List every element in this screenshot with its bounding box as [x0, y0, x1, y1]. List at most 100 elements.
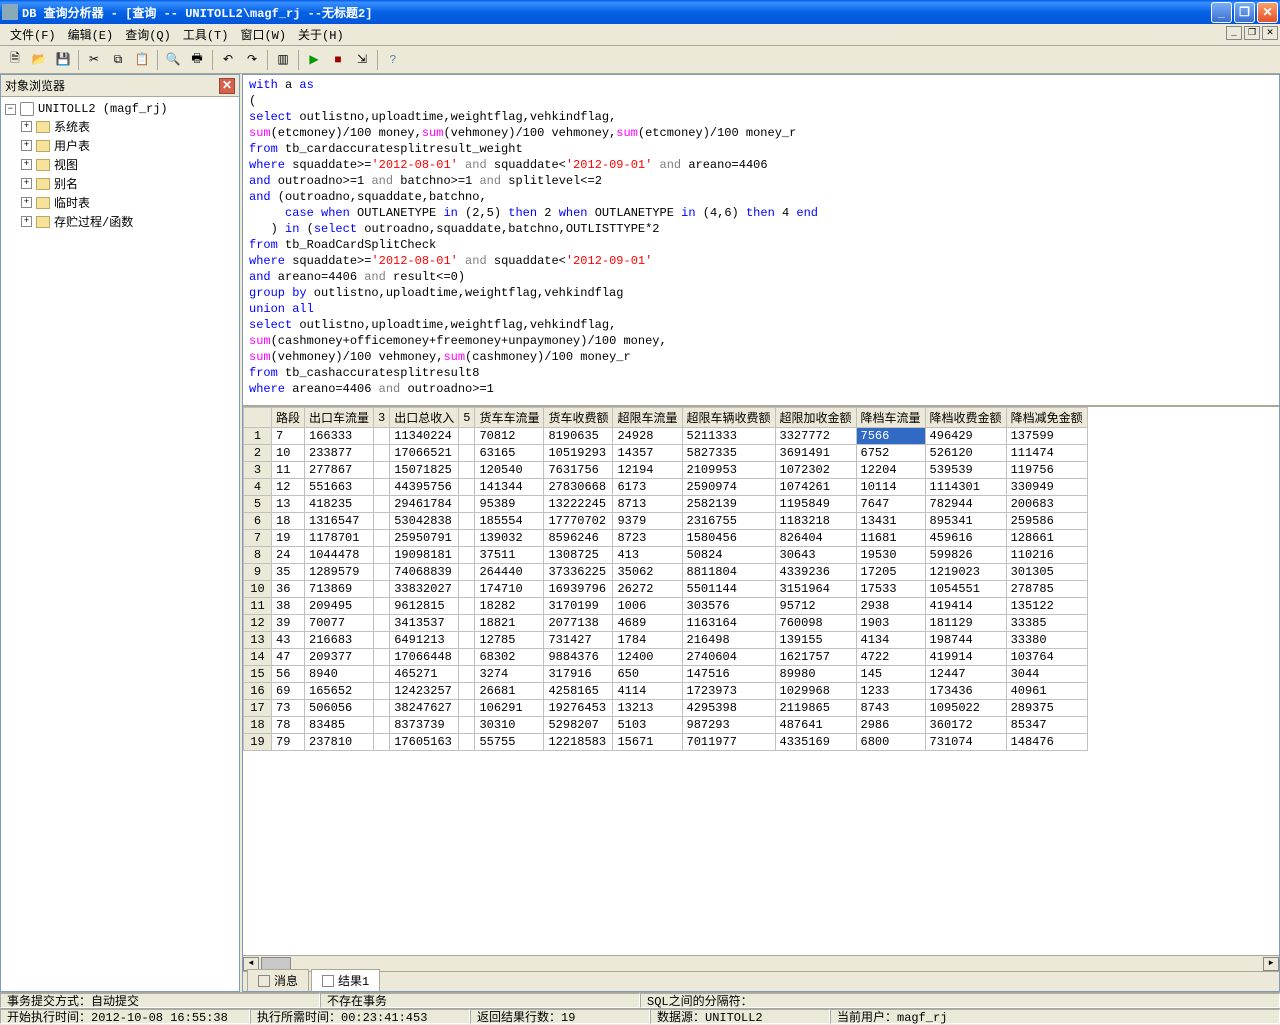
table-cell[interactable]	[459, 734, 475, 751]
table-cell[interactable]	[459, 683, 475, 700]
tree-root[interactable]: − UNITOLL2 (magf_rj)	[5, 101, 235, 117]
table-row[interactable]: 1979237810176051635575512218583156717011…	[244, 734, 1088, 751]
table-cell[interactable]: 599826	[925, 547, 1006, 564]
table-cell[interactable]: 1308725	[544, 547, 613, 564]
table-cell[interactable]	[459, 717, 475, 734]
table-cell[interactable]: 8743	[856, 700, 925, 717]
table-row[interactable]: 5134182352946178495389132222458713258213…	[244, 496, 1088, 513]
copy-icon[interactable]: ⧉	[107, 49, 129, 71]
table-cell[interactable]: 7011977	[682, 734, 775, 751]
table-cell[interactable]	[459, 530, 475, 547]
table-cell[interactable]: 13	[244, 632, 272, 649]
table-cell[interactable]: 9379	[613, 513, 682, 530]
table-cell[interactable]: 55755	[475, 734, 544, 751]
table-cell[interactable]	[459, 445, 475, 462]
table-cell[interactable]: 47	[272, 649, 305, 666]
table-cell[interactable]: 216498	[682, 632, 775, 649]
table-cell[interactable]	[374, 632, 390, 649]
table-cell[interactable]: 17770702	[544, 513, 613, 530]
table-cell[interactable]: 418235	[305, 496, 374, 513]
table-cell[interactable]: 8596246	[544, 530, 613, 547]
table-cell[interactable]: 289375	[1006, 700, 1087, 717]
table-cell[interactable]: 259586	[1006, 513, 1087, 530]
table-cell[interactable]: 1903	[856, 615, 925, 632]
table-cell[interactable]: 137599	[1006, 428, 1087, 445]
table-row[interactable]: 1447209377170664486830298843761240027406…	[244, 649, 1088, 666]
table-cell[interactable]	[374, 615, 390, 632]
table-cell[interactable]: 1114301	[925, 479, 1006, 496]
table-cell[interactable]: 13222245	[544, 496, 613, 513]
table-cell[interactable]	[459, 700, 475, 717]
table-cell[interactable]: 11	[272, 462, 305, 479]
table-cell[interactable]: 39	[272, 615, 305, 632]
table-cell[interactable]: 13	[272, 496, 305, 513]
table-cell[interactable]: 38	[272, 598, 305, 615]
table-cell[interactable]: 2316755	[682, 513, 775, 530]
table-cell[interactable]: 37511	[475, 547, 544, 564]
table-cell[interactable]: 17066521	[390, 445, 459, 462]
table-cell[interactable]: 4295398	[682, 700, 775, 717]
table-cell[interactable]	[374, 496, 390, 513]
undo-icon[interactable]: ↶	[217, 49, 239, 71]
table-cell[interactable]: 165652	[305, 683, 374, 700]
table-cell[interactable]: 1233	[856, 683, 925, 700]
table-cell[interactable]	[374, 462, 390, 479]
table-cell[interactable]	[374, 734, 390, 751]
table-cell[interactable]: 782944	[925, 496, 1006, 513]
table-cell[interactable]: 12423257	[390, 683, 459, 700]
table-cell[interactable]: 731074	[925, 734, 1006, 751]
menu-tools[interactable]: 工具(T)	[177, 24, 235, 45]
table-cell[interactable]	[374, 683, 390, 700]
table-cell[interactable]: 7631756	[544, 462, 613, 479]
table-cell[interactable]: 33380	[1006, 632, 1087, 649]
table-cell[interactable]: 110216	[1006, 547, 1087, 564]
table-cell[interactable]: 16939796	[544, 581, 613, 598]
table-cell[interactable]: 760098	[775, 615, 856, 632]
table-cell[interactable]: 173436	[925, 683, 1006, 700]
table-cell[interactable]	[374, 530, 390, 547]
table-cell[interactable]: 5211333	[682, 428, 775, 445]
table-row[interactable]: 1878834858373739303105298207510398729348…	[244, 717, 1088, 734]
table-cell[interactable]: 459616	[925, 530, 1006, 547]
table-cell[interactable]	[459, 666, 475, 683]
table-cell[interactable]: 79	[272, 734, 305, 751]
table-cell[interactable]: 33832027	[390, 581, 459, 598]
table-cell[interactable]: 4134	[856, 632, 925, 649]
table-cell[interactable]: 148476	[1006, 734, 1087, 751]
minimize-button[interactable]: _	[1211, 2, 1232, 23]
table-cell[interactable]: 38247627	[390, 700, 459, 717]
table-cell[interactable]	[374, 581, 390, 598]
object-tree[interactable]: − UNITOLL2 (magf_rj) +系统表+用户表+视图+别名+临时表+…	[1, 97, 239, 991]
table-cell[interactable]: 25950791	[390, 530, 459, 547]
table-cell[interactable]: 551663	[305, 479, 374, 496]
table-cell[interactable]: 278785	[1006, 581, 1087, 598]
table-cell[interactable]: 2582139	[682, 496, 775, 513]
table-cell[interactable]	[459, 649, 475, 666]
table-cell[interactable]: 3691491	[775, 445, 856, 462]
table-cell[interactable]: 53042838	[390, 513, 459, 530]
table-cell[interactable]: 7	[244, 530, 272, 547]
column-header[interactable]: 降档车流量	[856, 408, 925, 428]
table-cell[interactable]: 24	[272, 547, 305, 564]
tree-folder[interactable]: +别名	[5, 174, 235, 193]
table-cell[interactable]	[374, 513, 390, 530]
table-cell[interactable]: 12218583	[544, 734, 613, 751]
table-cell[interactable]: 106291	[475, 700, 544, 717]
table-cell[interactable]: 12	[272, 479, 305, 496]
tab-result1[interactable]: 结果1	[311, 969, 380, 991]
table-cell[interactable]: 139155	[775, 632, 856, 649]
table-cell[interactable]: 16	[244, 683, 272, 700]
table-cell[interactable]: 8	[244, 547, 272, 564]
sql-editor[interactable]: with a as ( select outlistno,uploadtime,…	[243, 75, 1279, 405]
table-cell[interactable]: 103764	[1006, 649, 1087, 666]
table-cell[interactable]: 3327772	[775, 428, 856, 445]
table-cell[interactable]: 8940	[305, 666, 374, 683]
table-cell[interactable]: 1195849	[775, 496, 856, 513]
print-icon[interactable]: 🖶	[186, 49, 208, 71]
table-cell[interactable]: 1316547	[305, 513, 374, 530]
results-grid[interactable]: 路段出口车流量3出口总收入5货车车流量货车收费额超限车流量超限车辆收费额超限加收…	[243, 405, 1279, 955]
table-cell[interactable]: 26272	[613, 581, 682, 598]
save-icon[interactable]: 💾	[52, 49, 74, 71]
table-cell[interactable]: 1178701	[305, 530, 374, 547]
table-cell[interactable]: 15671	[613, 734, 682, 751]
